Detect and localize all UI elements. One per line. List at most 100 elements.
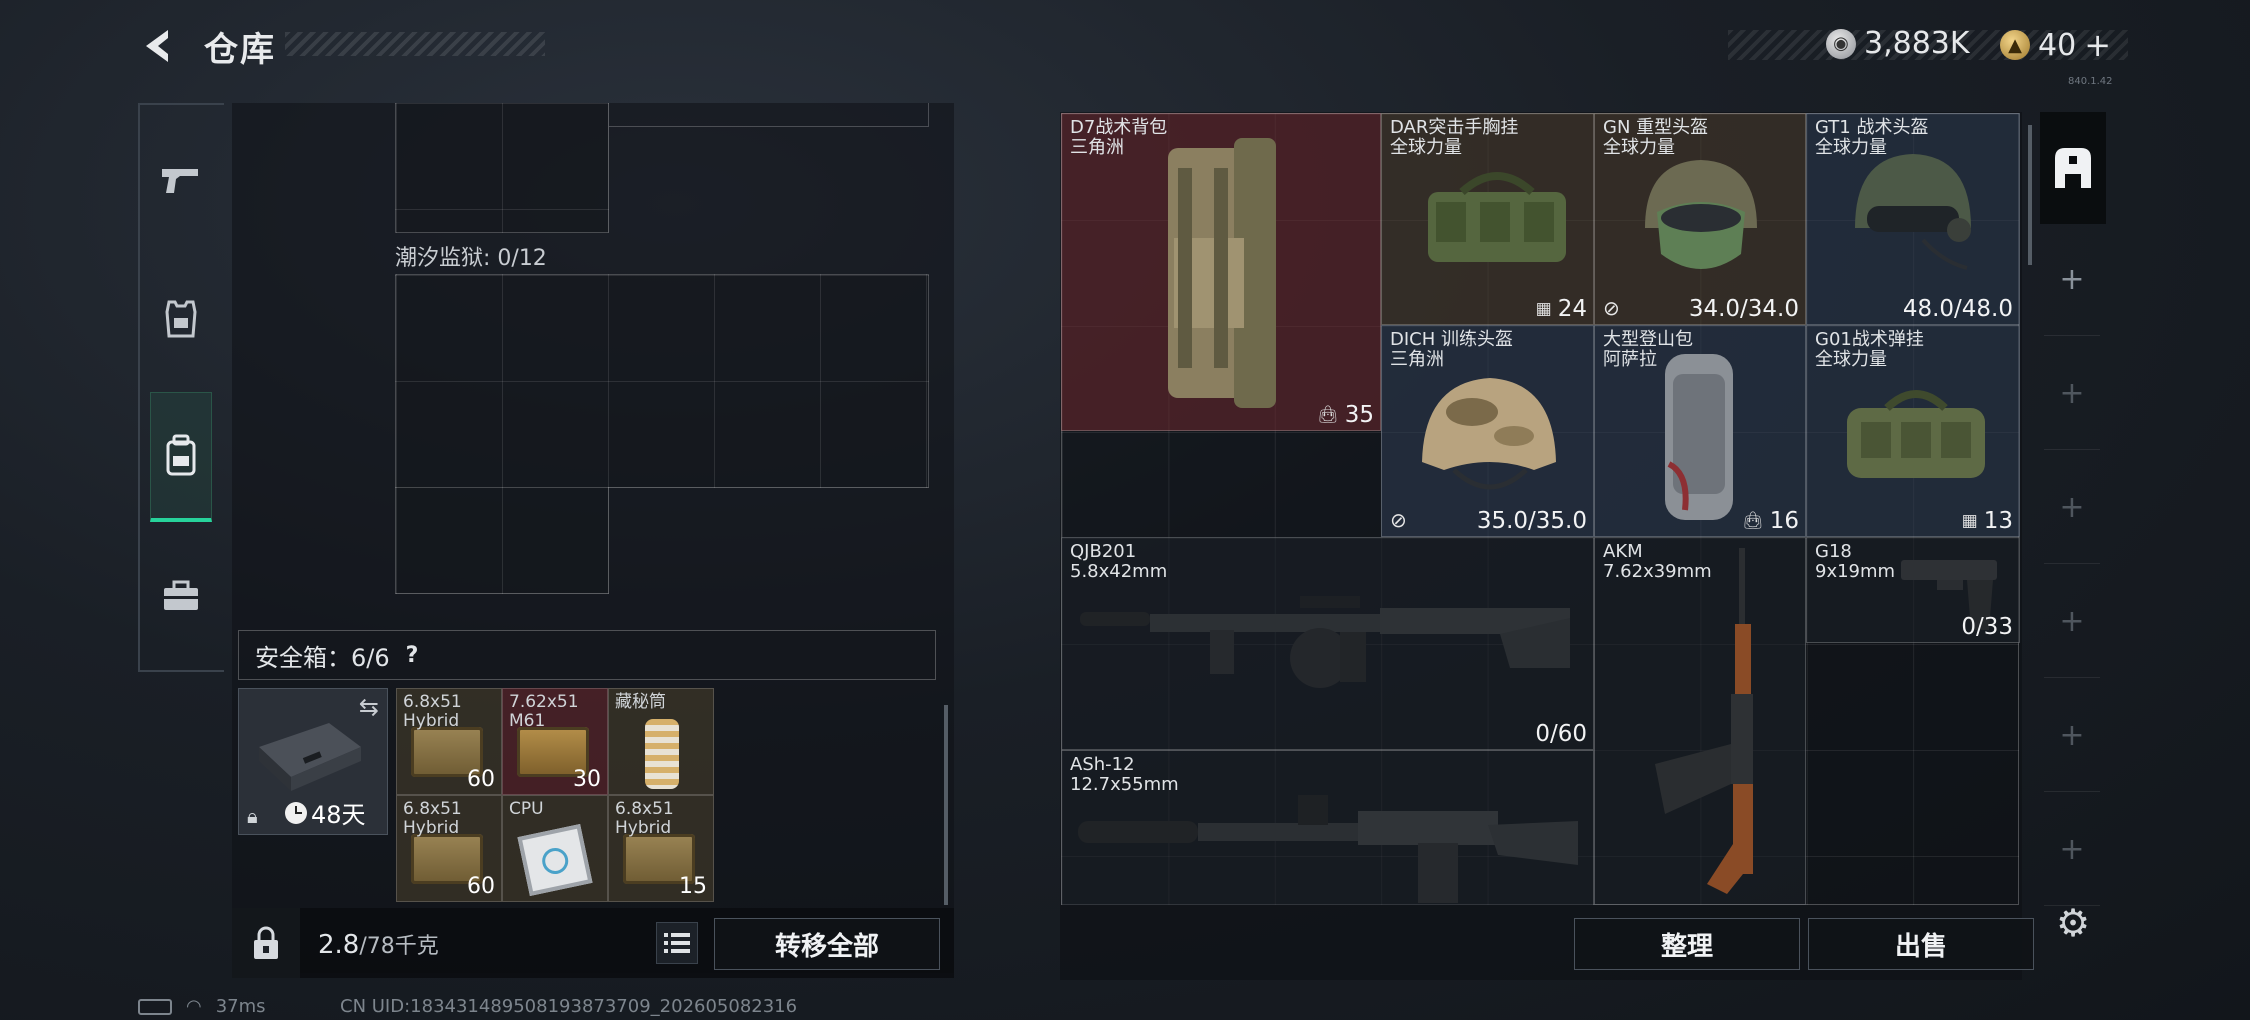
rifle-icon (1078, 795, 1578, 903)
stash-slot-add-3[interactable]: + (2044, 452, 2100, 564)
safebox-item-3[interactable]: 藏秘筒 (608, 688, 714, 795)
case-days: 48天 (311, 801, 366, 829)
tab-backpack[interactable] (150, 392, 212, 522)
gear-icon: ⚙ (2055, 901, 2091, 945)
no-repair-icon: ⊘ (1390, 508, 1407, 532)
stash-box-icon (2055, 148, 2091, 188)
stash-item-g18[interactable]: G18 9x19mm 0/33 (1806, 537, 2020, 643)
battery-icon (138, 998, 172, 1015)
item-title: ASh-12 12.7x55mm (1070, 754, 1179, 795)
lock-button[interactable] (232, 908, 300, 978)
stash-slot-main[interactable] (2040, 112, 2106, 224)
silver-coin-icon: ◉ (1826, 28, 1856, 59)
transfer-all-button[interactable]: 转移全部 (714, 918, 940, 970)
item-stat: 👜︎ 16 (1742, 508, 1799, 534)
stash-scrollbar[interactable] (2028, 125, 2032, 265)
prison-container-grid[interactable] (395, 274, 929, 488)
safebox-item-5[interactable]: CPU (502, 795, 608, 902)
chest-rig-icon (1847, 390, 1985, 478)
vest-capacity-icon: ▦ (1961, 511, 1978, 531)
capacity-icon: 👜︎ (1317, 405, 1339, 425)
safebox-help-button[interactable]: ? (406, 643, 419, 668)
upper-container-grid[interactable] (395, 103, 609, 233)
stash-slot-add-6[interactable]: + (2044, 794, 2100, 906)
rail-divider-bottom (138, 670, 224, 672)
safebox-item-1[interactable]: 6.8x51 Hybrid 60 (396, 688, 502, 795)
safebox-item-6[interactable]: 6.8x51 Hybrid 15 (608, 795, 714, 902)
item-qty: 60 (467, 874, 495, 899)
stash-item-ash12[interactable]: ASh-12 12.7x55mm (1061, 750, 1594, 905)
item-name: 7.62x51 M61 (509, 692, 579, 731)
safe-case-slot[interactable]: ⇆ 🔒︎ 48天 (238, 688, 388, 835)
stash-item-akm[interactable]: AKM 7.62x39mm (1594, 537, 1806, 905)
tab-weapons[interactable] (150, 140, 212, 220)
vest-capacity-icon: ▦ (1535, 299, 1552, 319)
stash-item-d7-backpack[interactable]: D7战术背包 三角洲 👜︎ 35 (1061, 113, 1381, 431)
clock-icon (285, 801, 307, 824)
rifle-icon (1655, 548, 1753, 894)
item-title: DAR突击手胸挂 全球力量 (1390, 117, 1519, 158)
safebox-item-2[interactable]: 7.62x51 M61 30 (502, 688, 608, 795)
list-view-button[interactable] (656, 922, 698, 964)
tab-equipment[interactable] (150, 556, 212, 636)
settings-button[interactable]: ⚙ (2050, 900, 2096, 946)
tab-armor[interactable] (150, 278, 212, 358)
helmet-icon (1855, 154, 1971, 270)
stash-slot-add-5[interactable]: + (2044, 680, 2100, 792)
helmet-icon (1645, 160, 1757, 269)
item-title: D7战术背包 三角洲 (1070, 117, 1168, 158)
left-scrollbar[interactable] (944, 705, 948, 905)
item-name: 6.8x51 Hybrid (403, 692, 462, 731)
stash-item-dar-chest-rig[interactable]: DAR突击手胸挂 全球力量 ▦ 24 (1381, 113, 1594, 325)
item-stat: 👜︎ 35 (1317, 402, 1374, 428)
helmet-icon (1422, 378, 1556, 490)
rifle-icon (1080, 596, 1570, 688)
armor-vest-icon (165, 300, 197, 338)
device-status: ◠ 37ms (138, 996, 266, 1017)
weight-readout: 2.8/78千克 (318, 928, 439, 960)
item-title: DICH 训练头盔 三角洲 (1390, 329, 1513, 370)
currency-gold[interactable]: ▲ 40 + (2000, 26, 2111, 64)
safebox-label: 安全箱：6/6 (255, 643, 390, 672)
rail-divider-side (138, 103, 140, 671)
item-qty: 60 (467, 767, 495, 792)
stash-slot-add-1[interactable]: + (2044, 224, 2100, 336)
stash-slot-add-2[interactable]: + (2044, 338, 2100, 450)
item-stat: 34.0/34.0 (1688, 296, 1799, 322)
prison-container-label: 潮汐监狱: 0/12 (395, 246, 547, 271)
wifi-icon: ◠ (186, 996, 202, 1017)
backpack-item-icon (1665, 354, 1733, 520)
sell-button[interactable]: 出售 (1808, 918, 2034, 970)
safebox-header: 安全箱：6/6 ? (238, 630, 936, 680)
prison-container-grid-lower[interactable] (395, 487, 609, 594)
item-title: 大型登山包 阿萨拉 (1603, 329, 1693, 370)
safebox-item-4[interactable]: 6.8x51 Hybrid 60 (396, 795, 502, 902)
upper-container-edge (609, 103, 929, 127)
stash-item-g01-rig[interactable]: G01战术弹挂 全球力量 ▦ 13 (1806, 325, 2020, 537)
item-title: GN 重型头盔 全球力量 (1603, 117, 1709, 158)
add-currency-button[interactable]: + (2084, 26, 2111, 64)
stash-item-gt1-helmet[interactable]: GT1 战术头盔 全球力量 48.0/48.0 (1806, 113, 2020, 325)
user-uid: CN UID:1834314895081938737​09_2026050823… (340, 996, 798, 1017)
stash-item-gn-helmet[interactable]: GN 重型头盔 全球力量 ⊘ 34.0/34.0 (1594, 113, 1806, 325)
capsule-icon (645, 719, 679, 789)
swap-icon[interactable]: ⇆ (359, 693, 379, 721)
weight-current: 2.8 (318, 930, 360, 960)
item-stat: 35.0/35.0 (1476, 508, 1587, 534)
stash-item-mountain-backpack[interactable]: 大型登山包 阿萨拉 👜︎ 16 (1594, 325, 1806, 537)
stash-slot-add-4[interactable]: + (2044, 566, 2100, 678)
lock-small-icon: 🔒︎ (247, 804, 258, 828)
capacity-icon: 👜︎ (1742, 511, 1764, 531)
silver-amount: 3,883K (1864, 26, 1970, 61)
backpack-icon (166, 434, 196, 475)
sort-button[interactable]: 整理 (1574, 918, 1800, 970)
currency-silver[interactable]: ◉ 3,883K (1826, 26, 1970, 61)
back-button[interactable] (138, 26, 178, 66)
item-stat: 0/33 (1961, 614, 2013, 640)
item-title: G01战术弹挂 全球力量 (1815, 329, 1924, 370)
item-stat: 0/60 (1535, 721, 1587, 747)
stash-item-qjb201[interactable]: QJB201 5.8x42mm 0/60 (1061, 537, 1594, 750)
title-decoration (285, 32, 545, 56)
lock-icon (254, 926, 278, 959)
stash-item-dich-helmet[interactable]: DICH 训练头盔 三角洲 ⊘ 35.0/35.0 (1381, 325, 1594, 537)
